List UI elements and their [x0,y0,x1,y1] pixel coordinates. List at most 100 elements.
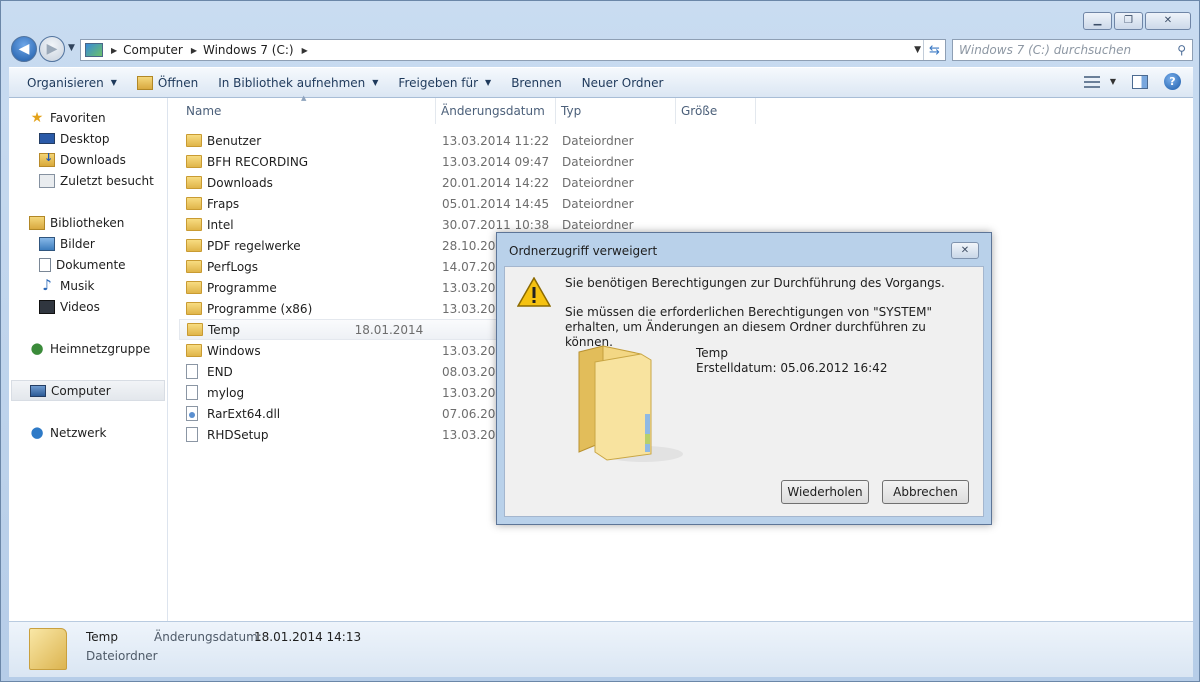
dialog-body: Sie benötigen Berechtigungen zur Durchfü… [504,266,984,517]
view-icon [1083,75,1100,88]
nav-desktop[interactable]: Desktop [9,128,167,149]
folder-icon [186,176,202,189]
new-folder-button[interactable]: Neuer Ordner [572,68,674,97]
column-type[interactable]: Typ [556,98,676,124]
cancel-button[interactable]: Abbrechen [882,480,969,504]
file-date: 13.03.2014 09:47 [442,154,550,169]
retry-button[interactable]: Wiederholen [781,480,869,504]
address-dropdown[interactable]: ▼ [914,45,921,55]
file-name: Benutzer [181,134,436,148]
warning-icon [517,277,551,307]
file-icon [186,385,198,400]
breadcrumb-computer[interactable]: Computer ▶ [123,43,203,57]
file-date: 05.01.2014 14:45 [442,196,550,211]
libraries-icon [29,215,45,230]
nav-network[interactable]: ● Netzwerk [9,422,167,443]
file-name: BFH RECORDING [181,155,436,169]
folder-icon [186,260,202,273]
nav-music[interactable]: ♪ Musik [9,275,167,296]
nav-favorites[interactable]: ★ Favoriten [9,107,167,128]
column-date[interactable]: Änderungsdatum [436,98,556,124]
network-icon: ● [30,423,44,441]
include-library-menu[interactable]: In Bibliothek aufnehmen ▼ [208,68,388,97]
search-input[interactable]: Windows 7 (C:) durchsuchen ⚲ [952,39,1193,61]
open-folder-icon [136,75,153,90]
search-icon[interactable]: ⚲ [1177,43,1186,57]
file-name: Windows [181,344,436,358]
file-date: 20.01.2014 14:22 [442,175,550,190]
file-type: Dateiordner [562,217,634,232]
back-button[interactable]: ◀ [11,36,37,62]
folder-icon [187,323,203,336]
nav-downloads[interactable]: Downloads [9,149,167,170]
table-row[interactable]: BFH RECORDING 13.03.2014 09:47 Dateiordner [181,151,676,172]
maximize-button[interactable]: ❐ [1114,12,1143,30]
folder-icon [186,281,202,294]
computer-icon [85,43,103,57]
chevron-down-icon: ▼ [110,78,117,87]
file-type: Dateiordner [562,196,634,211]
table-row[interactable]: Downloads 20.01.2014 14:22 Dateiordner [181,172,676,193]
recent-pages-dropdown[interactable]: ▼ [68,43,75,53]
nav-pictures[interactable]: Bilder [9,233,167,254]
organize-menu[interactable]: Organisieren ▼ [9,68,127,97]
restore-icon: ❐ [1124,15,1133,26]
videos-icon [39,299,55,314]
details-pane: Temp Dateiordner Änderungsdatum: 18.01.2… [9,621,1193,677]
nav-computer[interactable]: Computer [11,380,165,401]
column-name[interactable]: ▲ Name [181,94,436,124]
preview-pane-icon[interactable] [1132,74,1148,89]
dll-file-icon [186,406,198,421]
address-bar[interactable]: ▶ Computer ▶ Windows 7 (C:) ▶ ▼ ⇆ [80,39,946,61]
music-icon: ♪ [42,276,52,294]
nav-recent[interactable]: Zuletzt besucht [9,170,167,191]
file-name: Downloads [181,176,436,190]
breadcrumb-arrow[interactable]: ▶ [109,46,123,55]
view-menu[interactable]: ▼ [1083,75,1116,88]
nav-videos[interactable]: Videos [9,296,167,317]
forward-button[interactable]: ▶ [39,36,65,62]
close-button[interactable]: ✕ [1145,12,1191,30]
sort-ascending-icon: ▲ [301,94,307,102]
table-row[interactable]: Benutzer 13.03.2014 11:22 Dateiordner [181,130,676,151]
nav-libraries[interactable]: Bibliotheken [9,212,167,233]
folder-icon [186,197,202,210]
column-size[interactable]: Größe [676,98,756,124]
close-icon: ✕ [1163,15,1173,26]
file-name: END [181,364,436,379]
folder-icon [186,344,202,357]
folder-icon [186,218,202,231]
table-row[interactable]: Temp 18.01.2014 [179,319,509,340]
navigation-pane: ★Favoriten Desktop Downloads Zuletzt bes… [9,98,168,621]
details-date-label: Änderungsdatum: [154,630,262,644]
breadcrumb-drive[interactable]: Windows 7 (C:) ▶ [203,43,314,57]
folder-icon [186,302,202,315]
minimize-button[interactable]: ▁ [1083,12,1112,30]
details-type: Dateiordner [86,649,158,663]
documents-icon [39,257,51,272]
minimize-icon: ▁ [1093,15,1102,26]
burn-button[interactable]: Brennen [501,68,571,97]
refresh-icon[interactable]: ⇆ [923,40,945,60]
close-icon: ✕ [960,245,970,256]
pictures-icon [39,236,55,251]
dialog-folder-name: Temp [696,346,728,360]
details-date: 18.01.2014 14:13 [254,630,362,644]
folder-icon [29,628,67,670]
table-row[interactable]: Fraps 05.01.2014 14:45 Dateiordner [181,193,676,214]
nav-homegroup[interactable]: ● Heimnetzgruppe [9,338,167,359]
access-denied-dialog: Ordnerzugriff verweigert ✕ Sie benötigen… [496,232,992,525]
share-menu[interactable]: Freigeben für ▼ [388,68,501,97]
file-type: Dateiordner [562,154,634,169]
folder-icon [186,134,202,147]
dialog-title: Ordnerzugriff verweigert [509,244,658,258]
file-type: Dateiordner [562,133,634,148]
file-icon [186,364,198,379]
nav-documents[interactable]: Dokumente [9,254,167,275]
dialog-close-button[interactable]: ✕ [951,242,979,259]
navigation-bar: ◀ ▶ ▼ ▶ Computer ▶ Windows 7 (C:) ▶ ▼ ⇆ Wi… [9,35,1193,63]
folder-icon [186,155,202,168]
chevron-down-icon: ▼ [372,78,379,87]
open-button[interactable]: Öffnen [127,68,208,97]
help-icon[interactable]: ? [1164,73,1181,90]
